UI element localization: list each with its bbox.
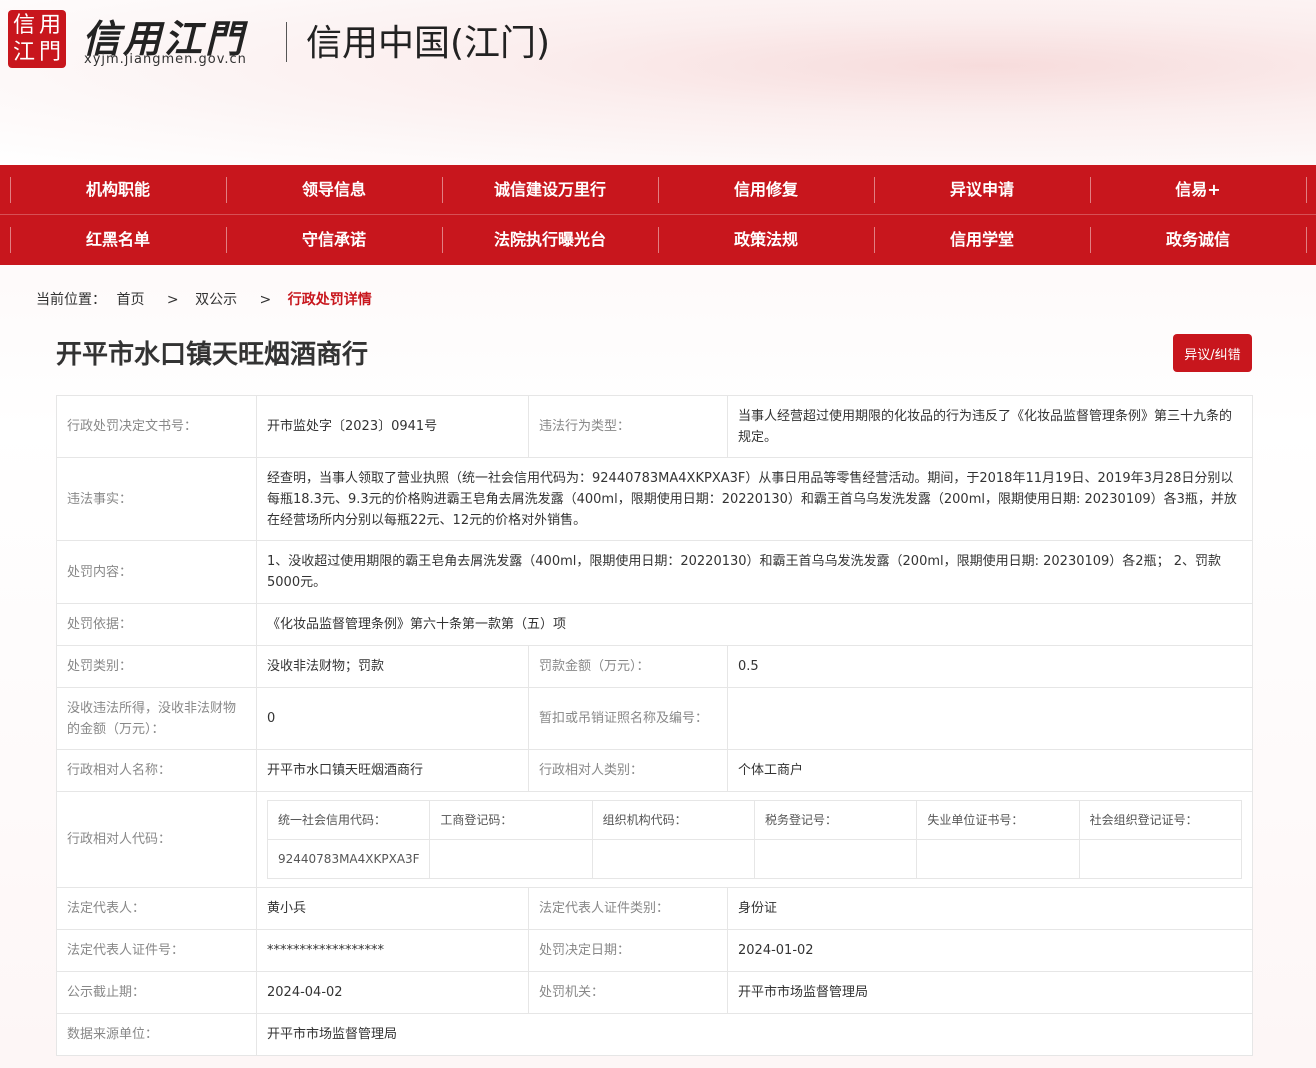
decision-no-value: 开市监处字〔2023〕0941号 <box>256 395 529 458</box>
fine-value: 0.5 <box>727 645 1253 688</box>
breadcrumb: 当前位置： 首页 > 双公示 > 行政处罚详情 <box>36 289 378 309</box>
code-header: 失业单位证书号： <box>916 800 1080 840</box>
authority-value: 开平市市场监督管理局 <box>727 971 1253 1014</box>
id-type-label: 法定代表人证件类别： <box>528 887 728 930</box>
decision-date-value: 2024-01-02 <box>727 929 1253 972</box>
code-value <box>591 839 755 879</box>
violation-type-value: 当事人经营超过使用期限的化妆品的行为违反了《化妆品监督管理条例》第三十九条的规定… <box>727 395 1253 458</box>
table-row: 行政相对人代码： 统一社会信用代码： 工商登记码： 组织机构代码： 税务登记号：… <box>56 791 1253 888</box>
site-title: 信用中国(江门) <box>306 23 551 64</box>
nav-item-objection-apply[interactable]: 异议申请 <box>874 165 1090 215</box>
table-row: 统一社会信用代码： 工商登记码： 组织机构代码： 税务登记号： 失业单位证书号：… <box>266 800 1243 840</box>
table-row: 法定代表人： 黄小兵 法定代表人证件类别： 身份证 <box>56 887 1253 930</box>
nav-item-org-functions[interactable]: 机构职能 <box>10 165 226 215</box>
table-row: 数据来源单位： 开平市市场监督管理局 <box>56 1013 1253 1056</box>
breadcrumb-home[interactable]: 首页 <box>116 292 144 308</box>
nav-item-credit-school[interactable]: 信用学堂 <box>874 215 1090 265</box>
breadcrumb-sep: > <box>259 292 272 308</box>
table-row: 法定代表人证件号： ****************** 处罚决定日期： 202… <box>56 929 1253 972</box>
facts-label: 违法事实： <box>56 457 257 541</box>
breadcrumb-current: 行政处罚详情 <box>287 292 372 308</box>
nav-row-2: 红黑名单 守信承诺 法院执行曝光台 政策法规 信用学堂 政务诚信 <box>10 215 1307 265</box>
seal-char: 江 <box>12 40 35 65</box>
fine-label: 罚款金额（万元）： <box>528 645 728 688</box>
id-no-value: ****************** <box>256 929 529 972</box>
code-header: 工商登记码： <box>429 800 593 840</box>
facts-value: 经查明，当事人领取了营业执照（统一社会信用代码为：92440783MA4XKPX… <box>256 457 1253 541</box>
basis-value: 《化妆品监督管理条例》第六十条第一款第（五）项 <box>256 603 1253 646</box>
category-value: 没收非法财物；罚款 <box>256 645 529 688</box>
breadcrumb-section[interactable]: 双公示 <box>195 292 237 308</box>
seal-char: 門 <box>38 40 61 65</box>
code-header: 统一社会信用代码： <box>266 800 431 840</box>
site-header: 信用 江門 信用江門 xyjm.jiangmen.gov.cn 信用中国(江门) <box>0 0 1316 165</box>
table-row: 没收违法所得，没收非法财物的金额（万元）： 0 暂扣或吊销证照名称及编号： <box>56 687 1253 750</box>
publicity-end-value: 2024-04-02 <box>256 971 529 1014</box>
code-header: 税务登记号： <box>753 800 918 840</box>
nav-item-integrity-campaign[interactable]: 诚信建设万里行 <box>442 165 658 215</box>
nav-item-credit-pledge[interactable]: 守信承诺 <box>226 215 442 265</box>
nav-item-xinyi-plus[interactable]: 信易+ <box>1090 165 1306 215</box>
category-label: 处罚类别： <box>56 645 257 688</box>
license-value <box>727 687 1253 750</box>
breadcrumb-prefix: 当前位置： <box>36 292 106 308</box>
code-value <box>916 839 1080 879</box>
code-header: 社会组织登记证号： <box>1078 800 1243 840</box>
code-value <box>753 839 918 879</box>
authority-label: 处罚机关： <box>528 971 728 1014</box>
id-type-value: 身份证 <box>727 887 1253 930</box>
table-row: 违法事实： 经查明，当事人领取了营业执照（统一社会信用代码为：92440783M… <box>56 457 1253 541</box>
table-row: 处罚类别： 没收非法财物；罚款 罚款金额（万元）： 0.5 <box>56 645 1253 688</box>
seal-char: 信 <box>12 13 35 38</box>
source-label: 数据来源单位： <box>56 1013 257 1056</box>
page-title: 开平市水口镇天旺烟酒商行 <box>56 340 369 370</box>
party-type-label: 行政相对人类别： <box>528 749 728 792</box>
nav-item-red-black-list[interactable]: 红黑名单 <box>10 215 226 265</box>
decision-date-label: 处罚决定日期： <box>528 929 728 972</box>
breadcrumb-sep: > <box>166 292 179 308</box>
confiscated-label: 没收违法所得，没收非法财物的金额（万元）： <box>56 687 257 750</box>
nav-row-1: 机构职能 领导信息 诚信建设万里行 信用修复 异议申请 信易+ <box>10 165 1307 215</box>
seal-char: 用 <box>38 13 61 38</box>
table-row: 行政相对人名称： 开平市水口镇天旺烟酒商行 行政相对人类别： 个体工商户 <box>56 749 1253 792</box>
license-label: 暂扣或吊销证照名称及编号： <box>528 687 728 750</box>
party-name-label: 行政相对人名称： <box>56 749 257 792</box>
code-value <box>1078 839 1243 879</box>
table-row: 公示截止期： 2024-04-02 处罚机关： 开平市市场监督管理局 <box>56 971 1253 1014</box>
content-label: 处罚内容： <box>56 540 257 604</box>
nav-item-court-exposure[interactable]: 法院执行曝光台 <box>442 215 658 265</box>
nav-item-credit-repair[interactable]: 信用修复 <box>658 165 874 215</box>
logo-seal-icon[interactable]: 信用 江門 <box>8 10 66 68</box>
logo-divider <box>286 22 287 62</box>
logo-url: xyjm.jiangmen.gov.cn <box>84 52 247 67</box>
table-row: 行政处罚决定文书号： 开市监处字〔2023〕0941号 违法行为类型： 当事人经… <box>56 395 1253 458</box>
source-value: 开平市市场监督管理局 <box>256 1013 1253 1056</box>
nav-item-policies[interactable]: 政策法规 <box>658 215 874 265</box>
code-value <box>429 839 593 879</box>
table-row: 处罚内容： 1、没收超过使用期限的霸王皂角去屑洗发露（400ml，限期使用日期：… <box>56 540 1253 604</box>
party-code-table: 统一社会信用代码： 工商登记码： 组织机构代码： 税务登记号： 失业单位证书号：… <box>266 800 1243 879</box>
party-code-cell: 统一社会信用代码： 工商登记码： 组织机构代码： 税务登记号： 失业单位证书号：… <box>256 791 1253 888</box>
violation-type-label: 违法行为类型： <box>528 395 728 458</box>
party-code-label: 行政相对人代码： <box>56 791 257 888</box>
content-value: 1、没收超过使用期限的霸王皂角去屑洗发露（400ml，限期使用日期：202201… <box>256 540 1253 604</box>
legal-rep-label: 法定代表人： <box>56 887 257 930</box>
party-name-value: 开平市水口镇天旺烟酒商行 <box>256 749 529 792</box>
nav-item-gov-integrity[interactable]: 政务诚信 <box>1090 215 1306 265</box>
penalty-detail-table: 行政处罚决定文书号： 开市监处字〔2023〕0941号 违法行为类型： 当事人经… <box>56 395 1253 1056</box>
code-value: 92440783MA4XKPXA3F <box>266 839 431 879</box>
code-header: 组织机构代码： <box>591 800 755 840</box>
publicity-end-label: 公示截止期： <box>56 971 257 1014</box>
party-type-value: 个体工商户 <box>727 749 1253 792</box>
decision-no-label: 行政处罚决定文书号： <box>56 395 257 458</box>
table-row: 处罚依据： 《化妆品监督管理条例》第六十条第一款第（五）项 <box>56 603 1253 646</box>
confiscated-value: 0 <box>256 687 529 750</box>
objection-button[interactable]: 异议/纠错 <box>1173 334 1252 372</box>
nav-item-leadership[interactable]: 领导信息 <box>226 165 442 215</box>
legal-rep-value: 黄小兵 <box>256 887 529 930</box>
basis-label: 处罚依据： <box>56 603 257 646</box>
main-nav: 机构职能 领导信息 诚信建设万里行 信用修复 异议申请 信易+ 红黑名单 守信承… <box>0 165 1316 265</box>
table-row: 92440783MA4XKPXA3F <box>266 839 1243 879</box>
id-no-label: 法定代表人证件号： <box>56 929 257 972</box>
